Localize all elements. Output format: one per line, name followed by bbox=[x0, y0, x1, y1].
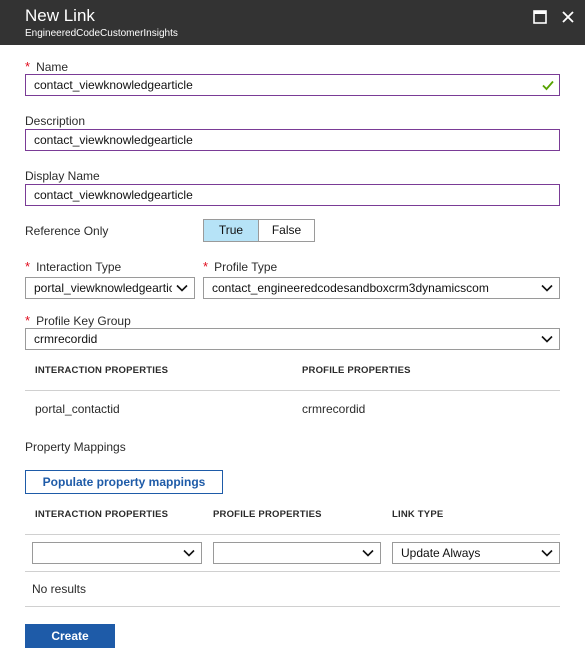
divider bbox=[25, 606, 560, 607]
description-field[interactable] bbox=[26, 130, 559, 150]
create-button[interactable]: Create bbox=[25, 624, 115, 648]
maximize-icon[interactable] bbox=[532, 9, 548, 25]
profile-type-label: * Profile Type bbox=[203, 259, 278, 274]
profile-key-group-value: crmrecordid bbox=[34, 332, 98, 346]
chevron-down-icon bbox=[541, 335, 553, 343]
description-label: Description bbox=[25, 114, 86, 128]
divider bbox=[25, 571, 560, 572]
required-marker: * bbox=[25, 59, 31, 74]
reference-only-label: Reference Only bbox=[25, 224, 109, 238]
required-marker: * bbox=[25, 259, 31, 274]
profile-type-value: contact_engineeredcodesandboxcrm3dynamic… bbox=[212, 281, 489, 295]
name-field-box bbox=[25, 74, 560, 96]
close-icon[interactable] bbox=[560, 9, 576, 25]
key-table-interaction-cell: portal_contactid bbox=[35, 402, 120, 416]
display-name-label: Display Name bbox=[25, 169, 100, 183]
interaction-type-value: portal_viewknowledgearticle bbox=[34, 281, 172, 295]
name-field[interactable] bbox=[26, 75, 559, 95]
mapping-header-profile: PROFILE PROPERTIES bbox=[213, 509, 322, 520]
divider bbox=[25, 390, 560, 391]
chevron-down-icon bbox=[176, 284, 188, 292]
title-bar: New Link EngineeredCodeCustomerInsights bbox=[0, 0, 585, 45]
check-icon bbox=[542, 80, 554, 91]
link-type-value: Update Always bbox=[401, 546, 481, 560]
property-mappings-label: Property Mappings bbox=[25, 440, 126, 454]
display-name-field[interactable] bbox=[26, 185, 559, 205]
mapping-header-interaction: INTERACTION PROPERTIES bbox=[35, 509, 169, 520]
reference-only-true-option[interactable]: True bbox=[204, 220, 259, 241]
required-marker: * bbox=[25, 313, 31, 328]
populate-property-mappings-button[interactable]: Populate property mappings bbox=[25, 470, 223, 494]
mapping-profile-select[interactable] bbox=[213, 542, 381, 564]
page-title: New Link bbox=[25, 6, 95, 25]
description-field-box bbox=[25, 129, 560, 151]
chevron-down-icon bbox=[541, 549, 553, 557]
page-subtitle: EngineeredCodeCustomerInsights bbox=[25, 28, 178, 39]
name-label: * Name bbox=[25, 59, 69, 74]
chevron-down-icon bbox=[541, 284, 553, 292]
key-table-header-interaction: INTERACTION PROPERTIES bbox=[35, 365, 169, 376]
no-results-text: No results bbox=[32, 582, 87, 596]
mapping-header-link-type: LINK TYPE bbox=[392, 509, 444, 520]
profile-type-select[interactable]: contact_engineeredcodesandboxcrm3dynamic… bbox=[203, 277, 560, 299]
profile-key-group-label: * Profile Key Group bbox=[25, 313, 131, 328]
profile-key-group-select[interactable]: crmrecordid bbox=[25, 328, 560, 350]
chevron-down-icon bbox=[362, 549, 374, 557]
divider bbox=[25, 534, 560, 535]
interaction-type-label: * Interaction Type bbox=[25, 259, 122, 274]
key-table-profile-cell: crmrecordid bbox=[302, 402, 366, 416]
mapping-interaction-select[interactable] bbox=[32, 542, 202, 564]
reference-only-false-option[interactable]: False bbox=[259, 220, 314, 241]
display-name-field-box bbox=[25, 184, 560, 206]
reference-only-toggle: True False bbox=[203, 219, 315, 242]
key-table-header-profile: PROFILE PROPERTIES bbox=[302, 365, 411, 376]
chevron-down-icon bbox=[183, 549, 195, 557]
link-type-select[interactable]: Update Always bbox=[392, 542, 560, 564]
interaction-type-select[interactable]: portal_viewknowledgearticle bbox=[25, 277, 195, 299]
required-marker: * bbox=[203, 259, 209, 274]
